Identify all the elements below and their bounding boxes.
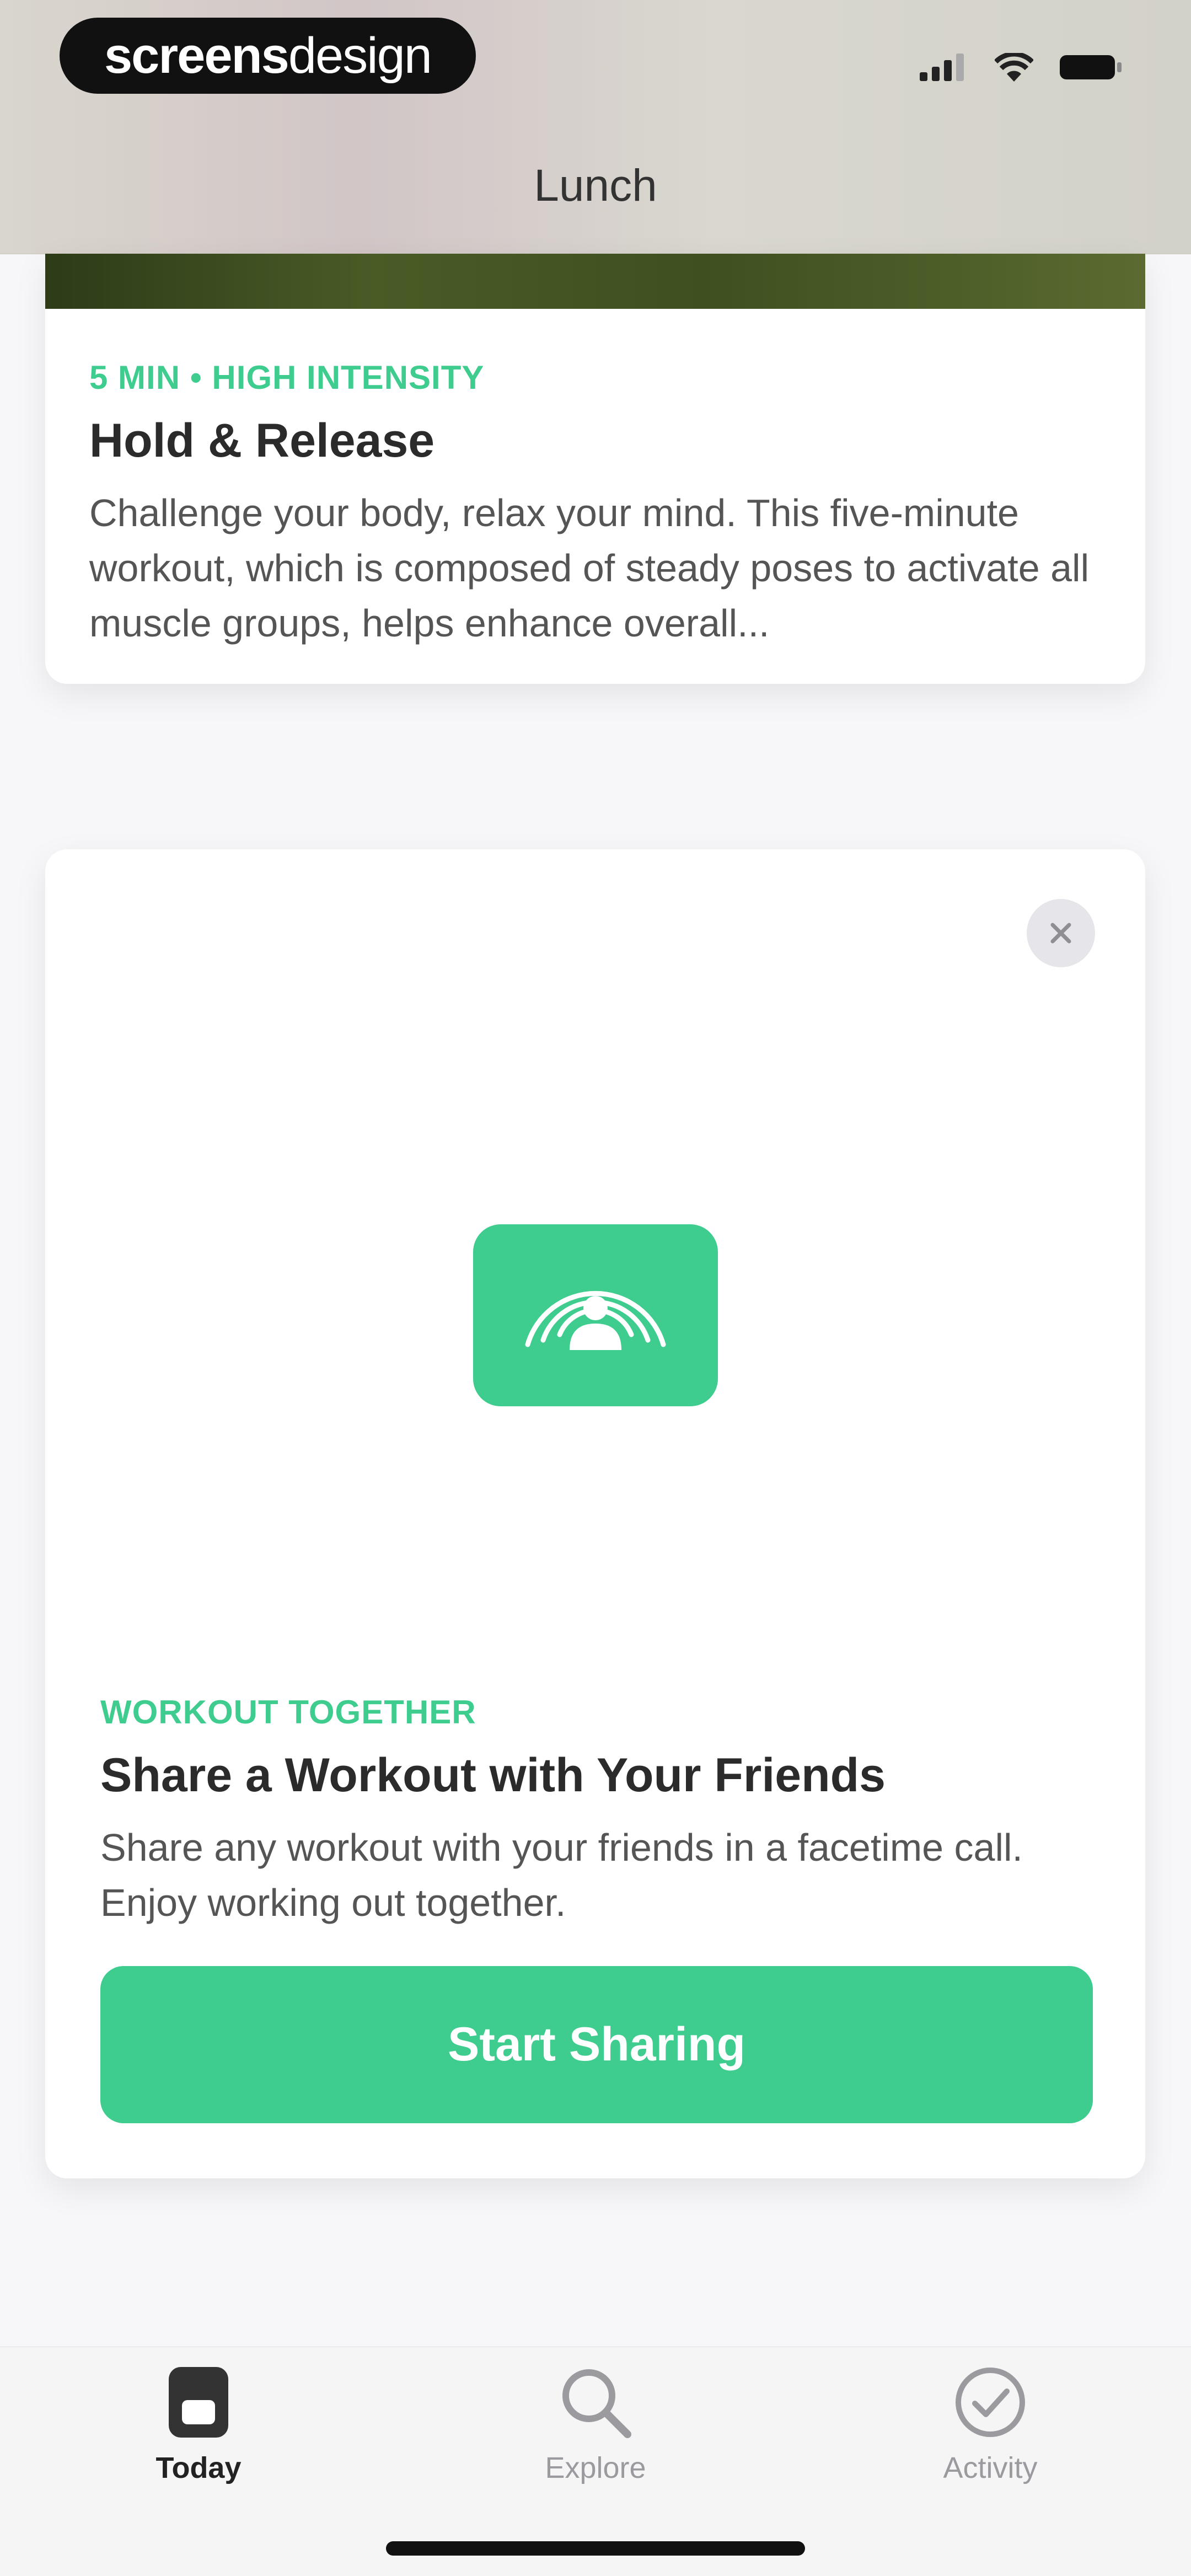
shareplay-icon	[525, 1290, 666, 1350]
close-button[interactable]	[1027, 899, 1095, 967]
screensdesign-watermark: screens design	[60, 18, 476, 94]
share-workout-card: WORKOUT TOGETHER Share a Workout with Yo…	[45, 849, 1145, 2178]
tab-today-label: Today	[155, 2451, 242, 2484]
workout-title: Hold & Release	[89, 414, 435, 467]
tab-today[interactable]: Today	[88, 2364, 309, 2485]
workout-meta: 5 MIN • HIGH INTENSITY	[89, 359, 485, 396]
workout-thumbnail	[45, 254, 1145, 309]
brand-bold: screens	[104, 27, 289, 84]
tab-explore-label: Explore	[545, 2451, 646, 2484]
shareplay-tile	[473, 1224, 718, 1406]
workout-description: Challenge your body, relax your mind. Th…	[89, 491, 1090, 645]
start-sharing-button[interactable]: Start Sharing	[100, 1966, 1093, 2123]
search-icon	[562, 2369, 631, 2438]
status-bar	[920, 51, 1125, 84]
checkmark-circle-icon	[956, 2368, 1025, 2437]
tab-activity[interactable]: Activity	[880, 2364, 1101, 2485]
workout-card[interactable]: 5 MIN • HIGH INTENSITY Hold & Release Ch…	[45, 254, 1145, 684]
battery-icon	[1060, 55, 1122, 79]
home-indicator[interactable]	[386, 2541, 805, 2556]
close-icon	[1050, 923, 1071, 944]
wifi-icon	[995, 53, 1033, 82]
navigation-header: screens design Lunch	[0, 0, 1191, 254]
page-title: Lunch	[534, 160, 657, 211]
tab-activity-label: Activity	[943, 2451, 1038, 2484]
cellular-signal-icon	[920, 53, 964, 81]
share-title: Share a Workout with Your Friends	[100, 1749, 886, 1802]
share-kicker: WORKOUT TOGETHER	[100, 1694, 476, 1731]
tab-explore[interactable]: Explore	[485, 2364, 706, 2485]
today-icon	[169, 2367, 228, 2438]
brand-thin: design	[288, 27, 432, 84]
share-description: Share any workout with your friends in a…	[100, 1826, 1023, 1924]
